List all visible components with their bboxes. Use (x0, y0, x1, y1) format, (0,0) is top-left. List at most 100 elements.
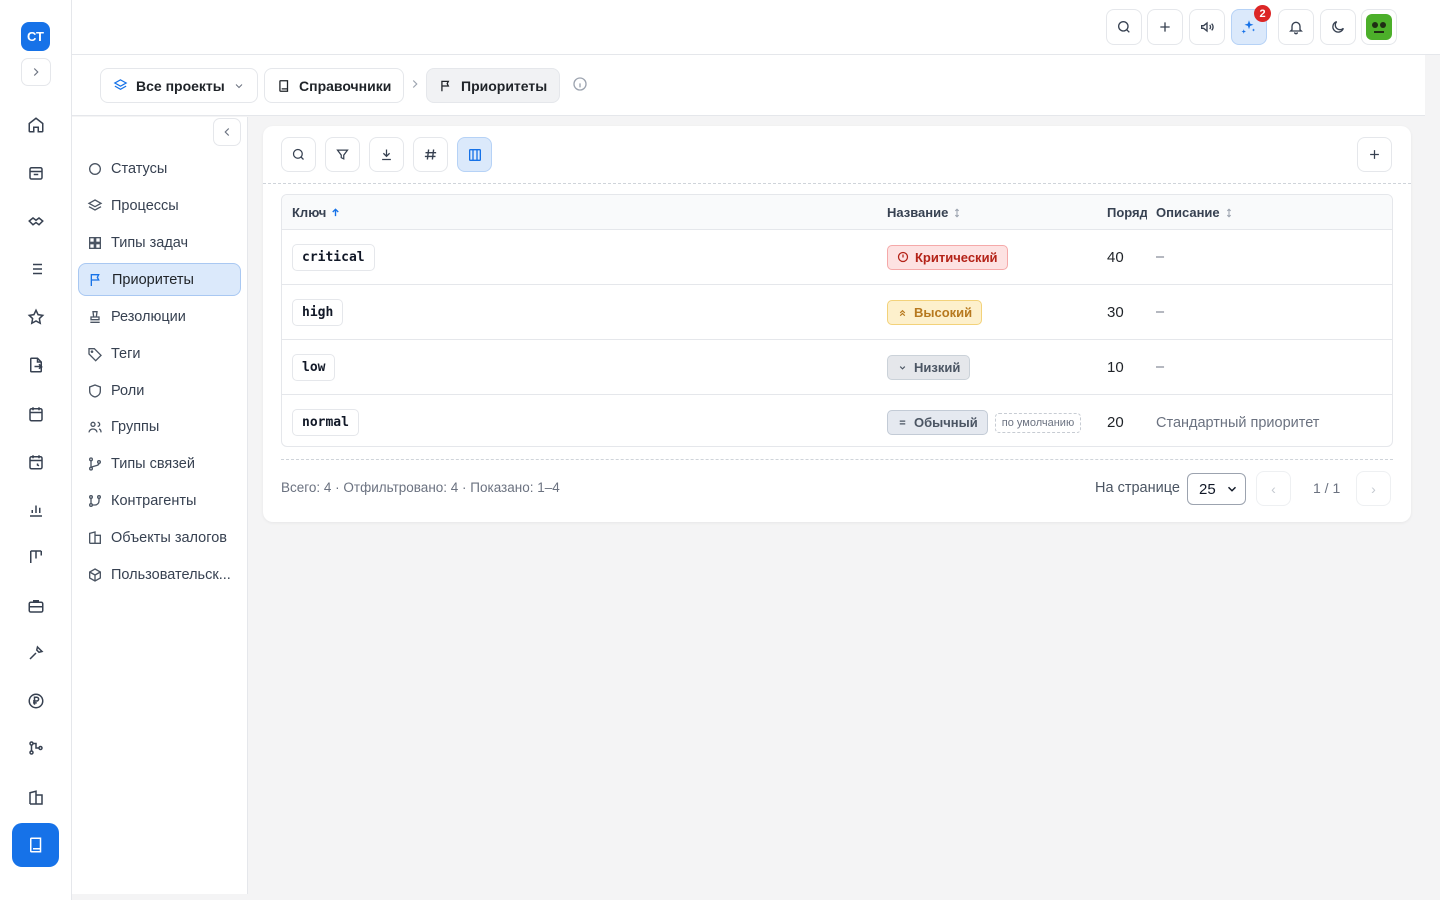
priority-name-badge: Высокий (887, 299, 983, 325)
sidebar-item-resolutions[interactable]: Резолюции (78, 300, 241, 333)
inbox-icon[interactable] (24, 161, 48, 185)
calendar-clock-icon[interactable] (24, 450, 48, 474)
collapse-sidebar-button[interactable] (213, 118, 241, 146)
grid-icon (87, 235, 103, 251)
tools-icon[interactable] (24, 641, 48, 665)
priority-order: 10 (1107, 358, 1124, 376)
sidebar-item-custom[interactable]: Пользовательск... (78, 558, 241, 591)
megaphone-icon (1199, 19, 1215, 35)
sidebar-item-label: Резолюции (111, 308, 186, 325)
calendar-icon[interactable] (24, 402, 48, 426)
numbering-toggle-button[interactable] (413, 137, 448, 172)
layers-icon (87, 198, 103, 214)
sidebar-item-priorities[interactable]: Приоритеты (78, 263, 241, 296)
per-page-value: 25 (1199, 480, 1216, 498)
ai-assistant-button[interactable]: 2 (1231, 5, 1271, 45)
sidebar-item-roles[interactable]: Роли (78, 374, 241, 407)
priority-description: – (1156, 359, 1165, 375)
sidebar-item-label: Типы задач (111, 234, 189, 251)
org-chart-icon[interactable] (24, 736, 48, 760)
sidebar-item-groups[interactable]: Группы (78, 410, 241, 443)
filter-icon (335, 147, 350, 162)
sidebar-item-link-types[interactable]: Типы связей (78, 447, 241, 480)
user-menu-button[interactable] (1361, 9, 1397, 45)
kanban-icon[interactable] (24, 545, 48, 569)
breadcrumb: Все проекты Справочники Приоритеты (72, 55, 1425, 116)
building-icon[interactable] (24, 786, 48, 810)
info-icon[interactable] (572, 76, 588, 92)
sidebar-item-collateral-objects[interactable]: Объекты залогов (78, 521, 241, 554)
directory-sidebar: Статусы Процессы Типы задач Приоритеты Р… (72, 117, 248, 894)
list-icon[interactable] (24, 257, 48, 281)
sidebar-item-task-types[interactable]: Типы задач (78, 226, 241, 259)
chevrons-up-icon (897, 307, 908, 318)
sidebar-item-processes[interactable]: Процессы (78, 189, 241, 222)
chevron-right-icon: › (1371, 480, 1376, 497)
star-icon[interactable] (24, 305, 48, 329)
sparkles-icon (1240, 18, 1258, 36)
column-header-order[interactable]: Поряд (1107, 195, 1147, 230)
projects-dropdown[interactable]: Все проекты (100, 68, 258, 103)
home-icon[interactable] (24, 113, 48, 137)
bar-chart-icon[interactable] (24, 498, 48, 522)
columns-button[interactable] (457, 137, 492, 172)
table-row[interactable]: high Высокий 30 – (282, 285, 1392, 340)
download-icon (379, 147, 394, 162)
table-row[interactable]: normal Обычный по умолчанию 20 Стандартн… (282, 395, 1392, 446)
column-header-key[interactable]: Ключ (292, 195, 341, 230)
priority-description: Стандартный приоритет (1156, 414, 1320, 431)
priority-key: critical (292, 243, 375, 271)
notification-badge: 2 (1254, 5, 1271, 22)
flag-icon (439, 79, 453, 93)
plus-icon (1367, 147, 1382, 162)
handshake-icon[interactable] (24, 209, 48, 233)
book-icon (277, 79, 291, 93)
column-header-name[interactable]: Название (887, 195, 962, 230)
briefcase-icon[interactable] (24, 594, 48, 618)
table-toolbar (263, 126, 1411, 184)
sidebar-item-counterparties[interactable]: Контрагенты (78, 484, 241, 517)
shield-icon (87, 383, 103, 399)
search-icon (1116, 19, 1132, 35)
notifications-button[interactable] (1278, 9, 1314, 45)
column-header-description[interactable]: Описание (1156, 195, 1234, 230)
workspace-logo[interactable]: СТ (21, 22, 50, 51)
breadcrumb-directories[interactable]: Справочники (264, 68, 405, 103)
search-button[interactable] (1106, 9, 1142, 45)
network-icon (87, 493, 103, 509)
column-header-label: Описание (1156, 205, 1220, 220)
filter-button[interactable] (325, 137, 360, 172)
git-branch-icon (87, 456, 103, 472)
column-header-label: Название (887, 205, 949, 220)
cube-icon (87, 567, 103, 583)
per-page-select[interactable]: 25 (1187, 473, 1246, 505)
create-button[interactable] (1147, 9, 1183, 45)
priority-name: Низкий (914, 359, 961, 375)
table-row[interactable]: low Низкий 10 – (282, 340, 1392, 395)
sidebar-item-statuses[interactable]: Статусы (78, 152, 241, 185)
ruble-icon[interactable] (24, 689, 48, 713)
chevron-right-icon (29, 65, 43, 79)
add-priority-button[interactable] (1357, 137, 1392, 172)
announcements-button[interactable] (1189, 9, 1225, 45)
app-rail: СТ (0, 0, 72, 900)
export-button[interactable] (369, 137, 404, 172)
breadcrumb-current[interactable]: Приоритеты (426, 68, 561, 103)
alert-circle-icon (897, 251, 909, 263)
priority-order: 30 (1107, 303, 1124, 321)
sidebar-item-label: Роли (111, 382, 145, 399)
next-page-button[interactable]: › (1356, 471, 1391, 506)
moon-icon (1330, 19, 1346, 35)
page-info: 1 / 1 (1313, 480, 1341, 496)
document-export-icon[interactable] (24, 353, 48, 377)
sidebar-item-tags[interactable]: Теги (78, 337, 241, 370)
sidebar-item-label: Теги (111, 345, 141, 362)
prev-page-button[interactable]: ‹ (1256, 471, 1291, 506)
table-row[interactable]: critical Критический 40 – (282, 230, 1392, 285)
search-button[interactable] (281, 137, 316, 172)
priority-name-badge: Низкий (887, 354, 971, 380)
rail-expand-button[interactable] (21, 58, 51, 86)
chevron-down-icon (233, 80, 245, 92)
theme-toggle-button[interactable] (1320, 9, 1356, 45)
book-icon[interactable] (12, 823, 59, 867)
